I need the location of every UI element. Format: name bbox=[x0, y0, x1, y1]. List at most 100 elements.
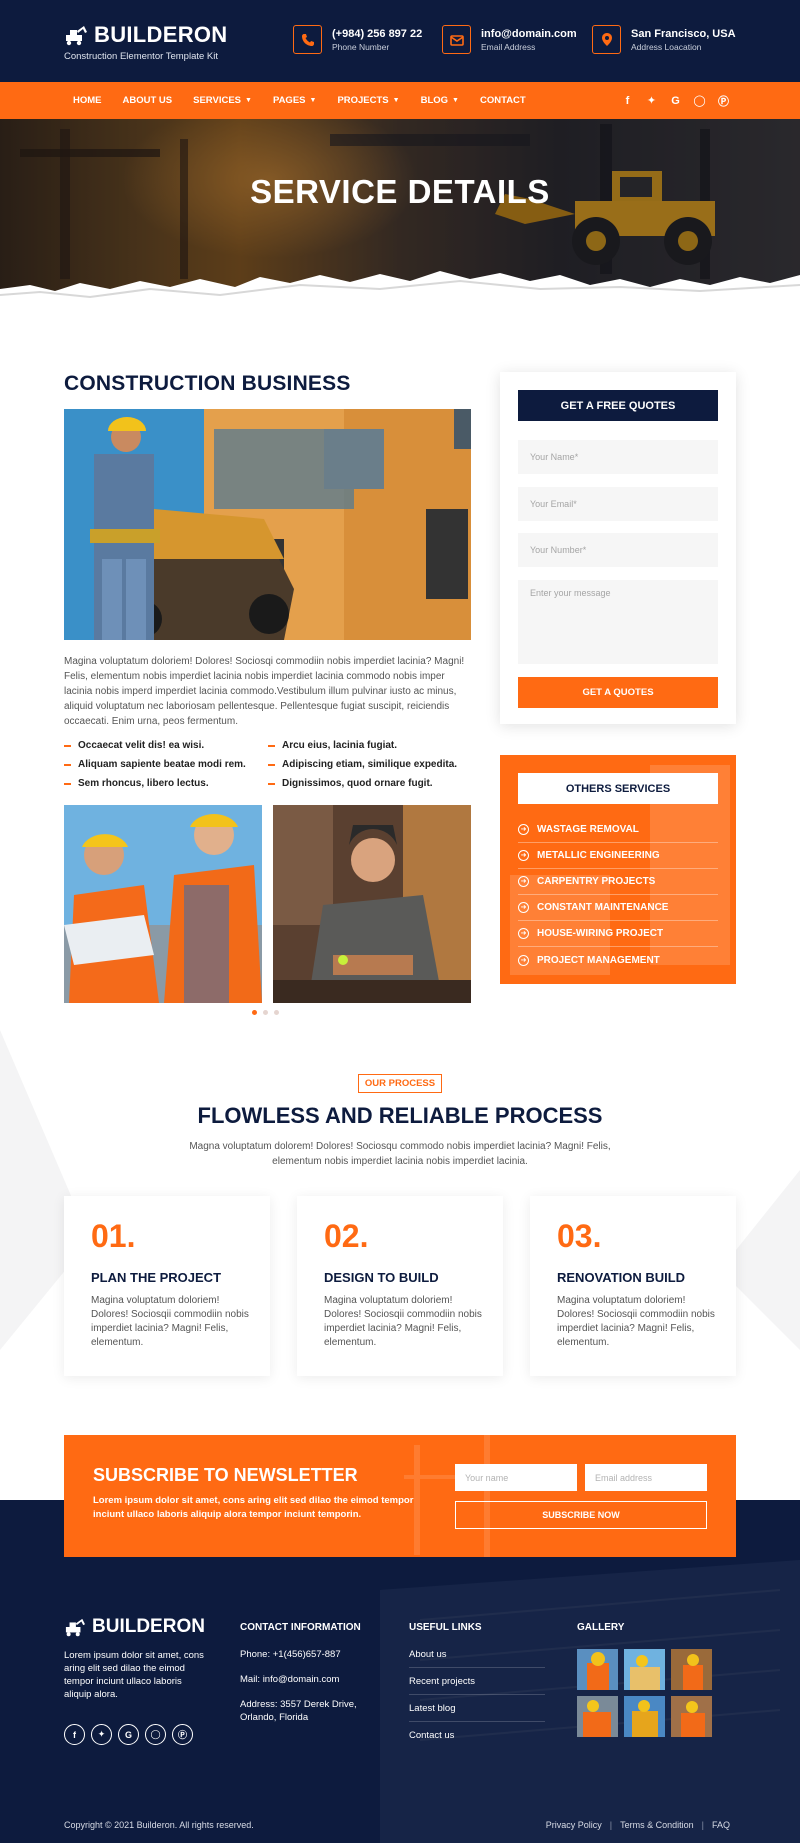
bullet-item: Sem rhoncus, libero lectus. bbox=[64, 778, 209, 789]
process-card: 01. PLAN THE PROJECT Magina voluptatum d… bbox=[64, 1196, 270, 1376]
footer-bottom-links: Privacy Policy | Terms & Condition | FAQ bbox=[545, 1820, 730, 1830]
google-icon[interactable]: G bbox=[118, 1724, 139, 1745]
instagram-icon[interactable]: ◯ bbox=[693, 94, 706, 107]
arrow-right-icon: ➜ bbox=[518, 928, 529, 939]
bullet-item: Dignissimos, quod ornare fugit. bbox=[268, 778, 433, 789]
twitter-icon[interactable]: ✦ bbox=[645, 94, 658, 107]
process-badge: OUR PROCESS bbox=[358, 1074, 442, 1093]
nav-pages[interactable]: PAGES ▼ bbox=[273, 95, 317, 106]
main-nav: HOME ABOUT US SERVICES ▼ PAGES ▼ PROJECTS ▼… bbox=[0, 82, 800, 119]
nav-projects[interactable]: PROJECTS ▼ bbox=[337, 95, 399, 106]
instagram-icon[interactable]: ◯ bbox=[145, 1724, 166, 1745]
footer-phone[interactable]: Phone: +1(456)657-887 bbox=[240, 1648, 341, 1661]
email-address: info@domain.com bbox=[481, 27, 577, 40]
get-quotes-button[interactable]: GET A QUOTES bbox=[518, 677, 718, 708]
service-link-wiring[interactable]: ➜ HOUSE-WIRING PROJECT bbox=[518, 921, 718, 947]
footer-link-contact[interactable]: Contact us bbox=[409, 1730, 545, 1748]
subscribe-button[interactable]: SUBSCRIBE NOW bbox=[455, 1501, 707, 1529]
slider-dot[interactable] bbox=[274, 1010, 279, 1015]
process-step-text: Magina voluptatum doloriem! Dolores! Soc… bbox=[324, 1295, 482, 1348]
process-subtitle: Magna voluptatum dolorem! Dolores! Socio… bbox=[189, 1141, 611, 1167]
bullet-text: Occaecat velit dis! ea wisi. bbox=[78, 740, 205, 751]
process-step-number: 03. bbox=[557, 1218, 602, 1254]
facebook-icon[interactable]: f bbox=[621, 95, 634, 107]
footer-logo[interactable]: BUILDERON bbox=[64, 1616, 205, 1638]
chevron-down-icon: ▼ bbox=[452, 97, 459, 104]
bullet-text: Sem rhoncus, libero lectus. bbox=[78, 778, 209, 789]
gallery-heading: GALLERY bbox=[577, 1622, 625, 1633]
service-link-management[interactable]: ➜ PROJECT MANAGEMENT bbox=[518, 947, 718, 973]
service-link-maintenance[interactable]: ➜ CONSTANT MAINTENANCE bbox=[518, 895, 718, 921]
newsletter-title: SUBSCRIBE TO NEWSLETTER bbox=[93, 1465, 358, 1485]
footer-about: Lorem ipsum dolor sit amet, cons aring e… bbox=[64, 1650, 204, 1700]
bullet-item: Aliquam sapiente beatae modi rem. bbox=[64, 759, 246, 770]
location-label: Address Loacation bbox=[631, 41, 702, 52]
gallery-thumb[interactable] bbox=[624, 1649, 665, 1690]
gallery-thumb[interactable] bbox=[577, 1649, 618, 1690]
process-step-number: 02. bbox=[324, 1218, 369, 1254]
google-icon[interactable]: G bbox=[669, 95, 682, 107]
construction-worker-image bbox=[64, 409, 471, 640]
terms-link[interactable]: Terms & Condition bbox=[620, 1820, 694, 1830]
process-title: FLOWLESS AND RELIABLE PROCESS bbox=[197, 1103, 603, 1128]
nav-services[interactable]: SERVICES ▼ bbox=[193, 95, 252, 106]
twitter-icon[interactable]: ✦ bbox=[91, 1724, 112, 1745]
bullet-text: Aliquam sapiente beatae modi rem. bbox=[78, 759, 246, 770]
gallery-thumb[interactable] bbox=[671, 1696, 712, 1737]
nav-contact-label: CONTACT bbox=[479, 95, 526, 106]
gallery-thumb[interactable] bbox=[624, 1696, 665, 1737]
email-field[interactable] bbox=[518, 487, 718, 521]
arrow-right-icon: ➜ bbox=[518, 824, 529, 835]
number-field[interactable] bbox=[518, 533, 718, 567]
chevron-down-icon: ▼ bbox=[309, 97, 317, 104]
nav-home[interactable]: HOME bbox=[73, 95, 102, 106]
nav-contact[interactable]: CONTACT bbox=[480, 95, 526, 106]
nav-about[interactable]: ABOUT US bbox=[123, 95, 173, 106]
nav-services-label: SERVICES bbox=[193, 95, 241, 106]
pinterest-icon[interactable]: Ⓟ bbox=[172, 1724, 193, 1745]
service-link-wastage[interactable]: ➜ WASTAGE REMOVAL bbox=[518, 817, 718, 843]
nav-blog[interactable]: BLOG ▼ bbox=[421, 95, 459, 106]
gallery-thumb[interactable] bbox=[577, 1696, 618, 1737]
footer-mail[interactable]: Mail: info@domain.com bbox=[240, 1673, 339, 1686]
name-field[interactable] bbox=[518, 440, 718, 474]
brand-tagline: Construction Elementor Template Kit bbox=[64, 51, 219, 62]
nav-pages-label: PAGES bbox=[272, 95, 306, 106]
bullet-text: Arcu eius, lacinia fugiat. bbox=[282, 740, 398, 751]
message-field[interactable] bbox=[518, 580, 718, 664]
arrow-right-icon: ➜ bbox=[518, 954, 529, 966]
newsletter-name-field[interactable] bbox=[455, 1464, 577, 1491]
email-label: Email Address bbox=[481, 41, 536, 52]
facebook-icon[interactable]: f bbox=[64, 1724, 85, 1745]
service-label: PROJECT MANAGEMENT bbox=[537, 954, 660, 966]
phone-number: (+984) 256 897 22 bbox=[332, 27, 423, 40]
site-logo[interactable]: BUILDERON Construction Elementor Templat… bbox=[64, 22, 227, 62]
useful-links-heading: USEFUL LINKS bbox=[409, 1622, 482, 1633]
service-link-metallic[interactable]: ➜ METALLIC ENGINEERING bbox=[518, 843, 718, 869]
hero-banner bbox=[0, 119, 800, 314]
contact-email[interactable]: info@domain.com Email Address bbox=[442, 25, 577, 54]
privacy-policy-link[interactable]: Privacy Policy bbox=[546, 1820, 602, 1830]
pinterest-icon[interactable]: Ⓟ bbox=[717, 93, 730, 109]
arrow-right-icon: ➜ bbox=[518, 876, 529, 887]
newsletter-email-field[interactable] bbox=[585, 1464, 707, 1491]
contact-phone[interactable]: (+984) 256 897 22 Phone Number bbox=[293, 25, 422, 54]
footer-link-about[interactable]: About us bbox=[409, 1649, 545, 1668]
bullet-item: Arcu eius, lacinia fugiat. bbox=[268, 740, 397, 751]
service-link-carpentry[interactable]: ➜ CARPENTRY PROJECTS bbox=[518, 869, 718, 895]
faq-link[interactable]: FAQ bbox=[712, 1820, 730, 1830]
process-step-text: Magina voluptatum doloriem! Dolores! Soc… bbox=[557, 1295, 715, 1348]
arrow-right-icon: ➜ bbox=[518, 902, 529, 913]
contact-location[interactable]: San Francisco, USA Address Loacation bbox=[592, 25, 736, 54]
section-title: CONSTRUCTION BUSINESS bbox=[64, 372, 351, 395]
service-label: METALLIC ENGINEERING bbox=[537, 850, 660, 861]
footer-link-projects[interactable]: Recent projects bbox=[409, 1676, 545, 1695]
footer-brand: BUILDERON bbox=[92, 1616, 205, 1637]
slider-dot[interactable] bbox=[263, 1010, 268, 1015]
slider-dot[interactable] bbox=[252, 1010, 257, 1015]
footer-link-blog[interactable]: Latest blog bbox=[409, 1703, 545, 1722]
gallery-thumb[interactable] bbox=[671, 1649, 712, 1690]
torn-paper-edge bbox=[0, 271, 800, 314]
engineers-photo[interactable] bbox=[64, 805, 262, 1003]
welder-photo[interactable] bbox=[273, 805, 471, 1003]
